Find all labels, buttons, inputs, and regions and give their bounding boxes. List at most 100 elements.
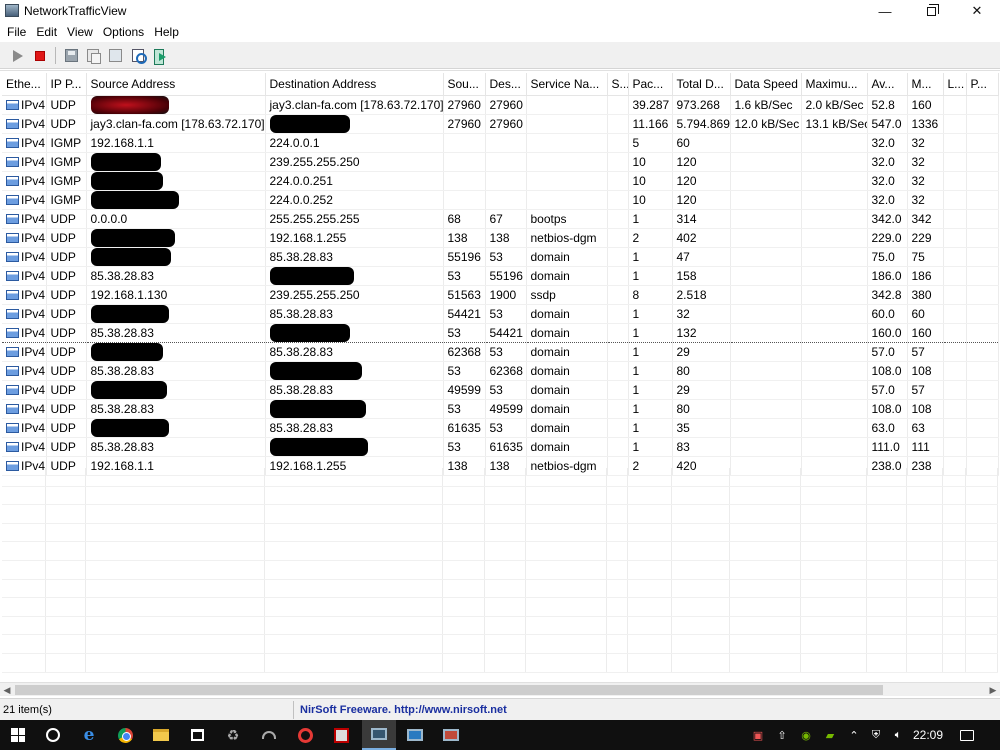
recycle-button[interactable]: ♻	[216, 720, 250, 750]
show-hidden-icons-button[interactable]: ⌃	[844, 720, 864, 750]
table-row[interactable]: IPv4 UDP jay3.clan-fa.com [178.63.72.170] 2…	[2, 114, 999, 134]
column-header[interactable]: Pac...	[628, 73, 673, 96]
remote-desktop-button[interactable]	[398, 720, 432, 750]
store-button[interactable]	[180, 720, 214, 750]
file-explorer-button[interactable]	[144, 720, 178, 750]
column-header[interactable]: M...	[907, 73, 944, 96]
column-header[interactable]: Data Speed	[730, 73, 802, 96]
cortana-button[interactable]	[36, 720, 70, 750]
column-header[interactable]: Maximu...	[801, 73, 868, 96]
column-header[interactable]: Sou...	[443, 73, 486, 96]
table-row[interactable]: IPv4 UDP 85.38.28.83 53 61635 domain 1 83 111.0 1…	[2, 437, 999, 457]
volume-tray-button[interactable]: 🔈︎	[888, 720, 908, 750]
table-cell: IGMP	[46, 171, 87, 191]
column-header[interactable]: Av...	[867, 73, 908, 96]
table-row[interactable]: IPv4 IGMP 224.0.0.251 10 120 32.0 32	[2, 171, 999, 191]
chrome-button[interactable]	[108, 720, 142, 750]
copy-button[interactable]	[84, 47, 102, 64]
start-capture-button[interactable]	[9, 47, 27, 64]
action-center-button[interactable]	[956, 720, 978, 750]
defender-tray-button[interactable]: ⛨	[866, 720, 886, 750]
table-row[interactable]: IPv4 IGMP 224.0.0.252 10 120 32.0 32	[2, 190, 999, 210]
cell-value: UDP	[50, 420, 76, 435]
upload-tray-button[interactable]: ⇧	[772, 720, 792, 750]
table-row[interactable]: IPv4 UDP 85.38.28.83 53 55196 domain 1 158 186.0…	[2, 266, 999, 286]
maximize-button[interactable]	[908, 0, 954, 22]
html-report-button[interactable]	[106, 47, 124, 64]
traffic-list[interactable]: Ethe... IP P... Source Address Destination …	[0, 70, 1000, 682]
table-row[interactable]: IPv4 UDP 85.38.28.83 55196 53 domain 1 47 75.0 75	[2, 247, 999, 267]
exit-button[interactable]	[151, 47, 169, 65]
nvidia-settings-tray-button[interactable]: ▰	[820, 720, 840, 750]
properties-button[interactable]	[129, 47, 147, 64]
table-row[interactable]: IPv4 UDP 85.38.28.83 61635 53 domain 1 35 63.0 63	[2, 418, 999, 438]
speed-gauge-button[interactable]	[252, 720, 286, 750]
table-cell: domain	[526, 342, 608, 362]
table-cell: UDP	[46, 95, 87, 115]
networktrafficview-task-button[interactable]	[362, 720, 396, 750]
column-header[interactable]: Ethe...	[2, 73, 47, 96]
table-row[interactable]: IPv4 IGMP 192.168.1.1 224.0.0.1 5 60 32.0 32	[2, 133, 999, 153]
scrollbar-thumb[interactable]	[15, 685, 883, 695]
close-button[interactable]: ✕	[954, 0, 1000, 22]
column-header[interactable]: P...	[966, 73, 999, 96]
column-header[interactable]: Destination Address	[265, 73, 444, 96]
media-tray-button[interactable]: ▣	[748, 720, 768, 750]
menu-file[interactable]: File	[2, 22, 31, 42]
table-cell: 1	[628, 304, 673, 324]
column-header[interactable]: L...	[943, 73, 967, 96]
menu-options[interactable]: Options	[98, 22, 149, 42]
table-cell	[801, 247, 868, 267]
cell-value: 55196	[447, 249, 481, 264]
nvidia-tray-button[interactable]: ◉	[796, 720, 816, 750]
column-header[interactable]: Service Na...	[526, 73, 608, 96]
cell-value: 35	[676, 420, 690, 435]
network-adapter-icon	[6, 194, 19, 205]
table-cell: UDP	[46, 228, 87, 248]
column-header[interactable]: Total D...	[672, 73, 731, 96]
table-row[interactable]: IPv4 UDP 85.38.28.83 62368 53 domain 1 29 57.0 57	[2, 342, 999, 362]
table-cell	[943, 342, 967, 362]
cell-value: 39.287	[632, 97, 670, 112]
edge-button[interactable]: e	[72, 720, 106, 750]
close-icon: ✕	[971, 3, 983, 18]
save-button[interactable]	[62, 47, 80, 64]
table-row[interactable]: IPv4 UDP 0.0.0.0 255.255.255.255 68 67 bootps 1…	[2, 209, 999, 229]
table-row[interactable]: IPv4 UDP 85.38.28.83 53 54421 domain 1 132 160.0…	[2, 323, 999, 343]
table-row[interactable]: IPv4 UDP 192.168.1.130 239.255.255.250 51563…	[2, 285, 999, 305]
menu-help[interactable]: Help	[149, 22, 184, 42]
table-row[interactable]: IPv4 UDP 85.38.28.83 53 62368 domain 1 80 108.0 1…	[2, 361, 999, 381]
table-row[interactable]: IPv4 UDP jay3.clan-fa.com [178.63.72.170] 2…	[2, 95, 999, 115]
cell-value: 67	[489, 211, 503, 226]
table-row[interactable]: IPv4 UDP 85.38.28.83 53 49599 domain 1 80 108.0 1…	[2, 399, 999, 419]
cell-value: UDP	[50, 268, 76, 283]
network-app-button[interactable]	[434, 720, 468, 750]
table-cell: 29	[672, 380, 731, 400]
game-app-button[interactable]	[324, 720, 358, 750]
minimize-button[interactable]: —	[862, 0, 908, 22]
table-row[interactable]: IPv4 UDP 192.168.1.255 138 138 netbios-dgm 2 40…	[2, 228, 999, 248]
scroll-right-button[interactable]: ▶	[986, 683, 1000, 697]
taskbar-clock[interactable]: 22:09	[913, 728, 943, 742]
table-cell	[801, 209, 868, 229]
column-header[interactable]: Source Address	[86, 73, 266, 96]
cell-value: 85.38.28.83	[90, 439, 154, 454]
horizontal-scrollbar[interactable]: ◀ ▶	[0, 682, 1000, 696]
table-row[interactable]: IPv4 UDP 85.38.28.83 54421 53 domain 1 32 60.0 60	[2, 304, 999, 324]
start-button[interactable]	[1, 720, 35, 750]
menu-view[interactable]: View	[62, 22, 98, 42]
scroll-left-button[interactable]: ◀	[0, 683, 14, 697]
nirsoft-link[interactable]: NirSoft Freeware. http://www.nirsoft.net	[300, 704, 507, 716]
cell-value: UDP	[50, 211, 76, 226]
table-row[interactable]: IPv4 IGMP 239.255.255.250 10 120 32.0 32	[2, 152, 999, 172]
menu-edit[interactable]: Edit	[31, 22, 62, 42]
cell-value: 85.38.28.83	[269, 306, 333, 321]
column-header[interactable]: Des...	[485, 73, 527, 96]
column-header[interactable]: S...	[607, 73, 629, 96]
cell-value: 61635	[489, 439, 523, 454]
red-circle-app-button[interactable]	[288, 720, 322, 750]
column-header[interactable]: IP P...	[46, 73, 87, 96]
stop-capture-button[interactable]	[31, 47, 49, 64]
cell-value: 53	[489, 344, 503, 359]
table-row[interactable]: IPv4 UDP 85.38.28.83 49599 53 domain 1 29 57.0 57	[2, 380, 999, 400]
